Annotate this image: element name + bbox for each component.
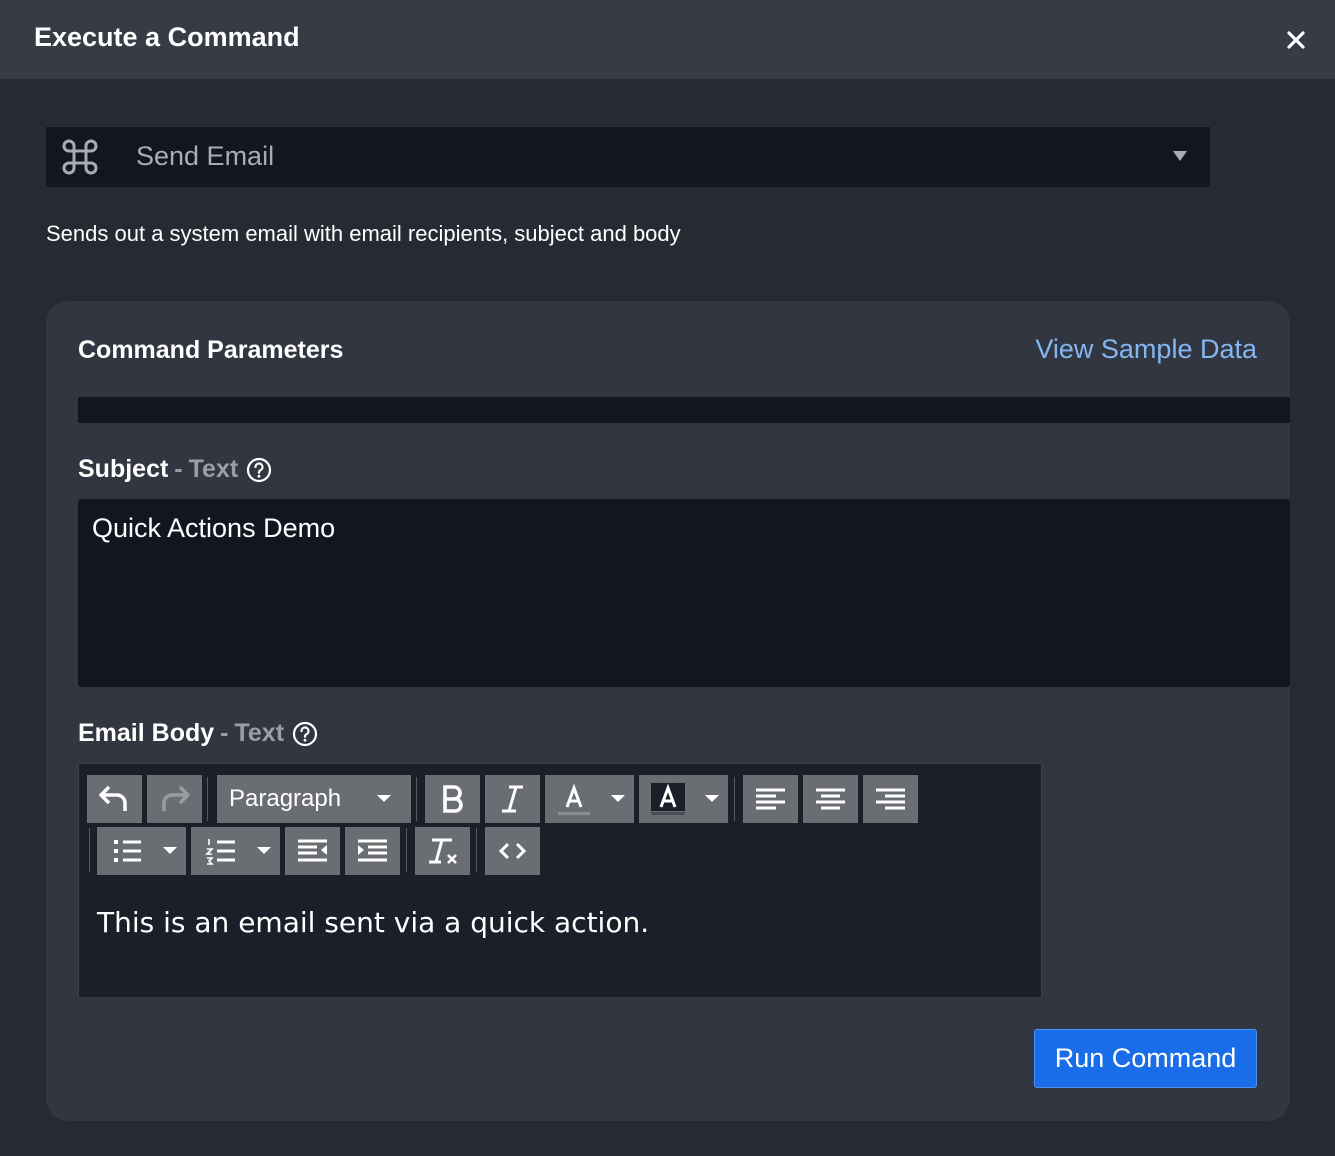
block-format-select[interactable]: Paragraph [217,775,411,823]
numbered-list-icon [205,839,271,865]
parameters-card: Command Parameters View Sample Data Subj… [46,301,1290,1121]
toolbar-divider [406,828,407,872]
align-left-icon [756,788,785,810]
code-icon [498,842,527,860]
toolbar-divider [89,828,90,872]
align-center-icon [816,788,845,810]
dialog-title: Execute a Command [34,22,300,52]
subject-type: Text [188,455,239,483]
close-icon [1287,31,1305,49]
help-icon[interactable] [292,721,318,747]
command-description: Sends out a system email with email reci… [46,221,681,246]
help-icon[interactable] [246,457,272,483]
bullet-list-button[interactable] [97,827,186,875]
italic-icon [502,785,523,813]
bullet-list-icon [114,840,177,862]
email-body-type: Text [234,719,285,747]
italic-button[interactable] [485,775,540,823]
email-body-label: Email Body - Text [78,719,318,748]
bold-button[interactable] [425,775,480,823]
parameters-title: Command Parameters [78,336,344,364]
toolbar-divider [476,828,477,872]
subject-value: Quick Actions Demo [92,513,336,543]
undo-button[interactable] [87,775,142,823]
run-command-button[interactable]: Run Command [1034,1029,1257,1088]
view-sample-data-link[interactable]: View Sample Data [1035,334,1257,365]
source-code-button[interactable] [485,827,540,875]
undo-icon [99,785,127,811]
email-body-label-separator: - [220,719,229,747]
numbered-list-button[interactable] [191,827,280,875]
text-color-icon [558,783,625,815]
background-color-button[interactable] [639,775,728,823]
subject-input[interactable]: Quick Actions Demo [78,499,1290,687]
align-right-button[interactable] [863,775,918,823]
parameter-strip [78,397,1290,423]
chevron-down-icon [1173,151,1187,161]
email-body-label-text: Email Body [78,719,215,747]
command-select-value: Send Email [136,141,275,171]
toolbar-divider [207,777,208,821]
outdent-button[interactable] [285,827,340,875]
subject-label-separator: - [174,455,183,483]
align-right-icon [876,788,905,810]
chevron-down-icon [377,795,391,802]
indent-icon [358,839,387,862]
redo-button[interactable] [147,775,202,823]
clear-formatting-icon [429,838,457,864]
toolbar-divider [416,777,417,821]
command-icon [62,139,98,175]
align-center-button[interactable] [803,775,858,823]
redo-icon [162,785,190,811]
subject-label: Subject - Text [78,455,272,484]
text-color-button[interactable] [545,775,634,823]
subject-label-text: Subject [78,455,169,483]
close-button[interactable] [1281,25,1311,55]
dialog-header: Execute a Command [0,0,1335,79]
email-body-content[interactable]: This is an email sent via a quick action… [97,906,649,939]
bold-icon [443,785,463,813]
command-select[interactable]: Send Email [46,127,1210,187]
align-left-button[interactable] [743,775,798,823]
email-body-editor[interactable]: Paragraph This is an email sent via a qu… [78,763,1042,997]
indent-button[interactable] [345,827,400,875]
clear-formatting-button[interactable] [415,827,470,875]
outdent-icon [298,839,327,862]
toolbar-divider [734,777,735,821]
background-color-icon [651,783,719,815]
